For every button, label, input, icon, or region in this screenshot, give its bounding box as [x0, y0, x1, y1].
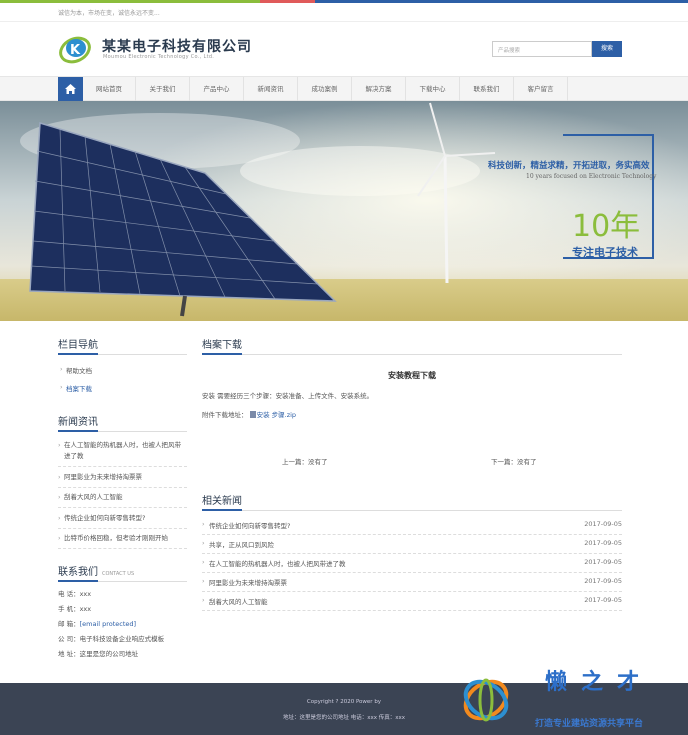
- related-news-row[interactable]: 刮着大风的人工智能2017-09-05: [202, 592, 622, 611]
- sidebar-news-item[interactable]: 比特币价格回稳，但考验才刚刚开始: [58, 533, 187, 549]
- top-slogan: 诚信为本，市场在变，诚信永远不变...: [58, 10, 160, 17]
- nav-item-contact[interactable]: 联系我们: [460, 77, 514, 101]
- next-article-link[interactable]: 下一篇：没有了: [491, 456, 537, 466]
- sidebar-news-item[interactable]: 刮着大风的人工智能: [58, 492, 187, 508]
- svg-text:K: K: [70, 43, 81, 58]
- main-section-heading: 档案下载: [202, 336, 622, 355]
- related-news-row[interactable]: 传统企业如何向新零售转型?2017-09-05: [202, 516, 622, 535]
- hero-banner[interactable]: 科技创新，精益求精，开拓进取，务实高效 10 years focused on …: [0, 101, 688, 321]
- email-link[interactable]: [email protected]: [80, 620, 137, 628]
- contact-email: 邮 箱：[email protected]: [58, 620, 137, 628]
- nav-item-products[interactable]: 产品中心: [190, 77, 244, 101]
- related-news-row[interactable]: 共享，正从风口到风险2017-09-05: [202, 535, 622, 554]
- header: K 某某电子科技有限公司 Moumou Electronic Technolog…: [0, 22, 688, 77]
- company-name-en: Moumou Electronic Technology Co., Ltd.: [103, 54, 215, 60]
- contact-mobile: 手 机：xxx: [58, 605, 92, 613]
- home-icon: [65, 84, 76, 94]
- related-news-row[interactable]: 在人工智能的热机器人时，也被人把风带进了教2017-09-05: [202, 554, 622, 573]
- attachment-link[interactable]: 安装 步骤.zip: [257, 411, 296, 419]
- watermark-subtitle: 打造专业建站资源共享平台: [535, 719, 644, 729]
- banner-slogan-en: 10 years focused on Electronic Technolog…: [526, 173, 657, 180]
- nav-item-home[interactable]: 网站首页: [83, 77, 136, 101]
- watermark-title: 懒之才: [545, 669, 654, 695]
- main-nav: 网站首页 关于我们 产品中心 新闻资讯 成功案例 解决方案 下载中心 联系我们 …: [0, 76, 688, 101]
- sidebar-nav-title: 栏目导航: [58, 336, 98, 355]
- article-attachment: 附件下载地址： 安装 步骤.zip: [202, 411, 297, 419]
- main-section-title: 档案下载: [202, 336, 242, 355]
- file-icon: [249, 411, 256, 418]
- related-news-title: 相关新闻: [202, 492, 242, 511]
- nav-item-about[interactable]: 关于我们: [136, 77, 190, 101]
- sidebar-contact-title: 联系我们: [58, 563, 98, 582]
- nav-home[interactable]: [58, 77, 83, 101]
- sidebar-contact-title-en: CONTACT US: [102, 571, 135, 577]
- sidebar-news-item[interactable]: 阿里影业为未来增持淘票票: [58, 472, 187, 488]
- prev-article-link[interactable]: 上一篇：没有了: [282, 456, 328, 466]
- sidebar-news-heading: 新闻资讯: [58, 413, 187, 432]
- nav-item-feedback[interactable]: 客户留言: [514, 77, 568, 101]
- company-name[interactable]: 某某电子科技有限公司: [102, 36, 252, 56]
- contact-address: 地 址：这里是您的公司地址: [58, 650, 139, 658]
- article-title: 安装教程下载: [388, 371, 436, 380]
- sidebar-news-item[interactable]: 在人工智能的热机器人时，也被人把风带进了教: [58, 440, 187, 467]
- contact-company: 公 司：电子科技设备企业响应式模板: [58, 635, 165, 643]
- nav-item-news[interactable]: 新闻资讯: [244, 77, 298, 101]
- sidebar-item-help[interactable]: 帮助文档: [58, 365, 187, 375]
- contact-phone: 电 话：xxx: [58, 590, 92, 598]
- banner-years: 10年: [572, 209, 641, 244]
- k-swoosh-logo-icon[interactable]: K: [58, 33, 94, 65]
- sidebar-nav-heading: 栏目导航: [58, 336, 187, 355]
- related-news-row[interactable]: 阿里影业为未来增持淘票票2017-09-05: [202, 573, 622, 592]
- banner-focus: 专注电子技术: [572, 246, 638, 259]
- article-body: 安装 需要经历三个步骤：安装准备、上传文件、安装系统。: [202, 392, 374, 400]
- nav-item-cases[interactable]: 成功案例: [298, 77, 352, 101]
- banner-slogan: 科技创新，精益求精，开拓进取，务实高效: [488, 161, 650, 171]
- sidebar-item-archive[interactable]: 档案下载: [58, 383, 187, 393]
- nav-item-solutions[interactable]: 解决方案: [352, 77, 406, 101]
- sidebar-news-item[interactable]: 传统企业如何向新零售转型?: [58, 513, 187, 529]
- related-news-heading: 相关新闻: [202, 492, 622, 511]
- sidebar-contact-heading: 联系我们 CONTACT US: [58, 563, 187, 582]
- nav-item-downloads[interactable]: 下载中心: [406, 77, 460, 101]
- search-button[interactable]: 搜索: [592, 41, 622, 57]
- top-bar: 诚信为本，市场在变，诚信永远不变...: [0, 3, 688, 22]
- sidebar-news-title: 新闻资讯: [58, 413, 98, 432]
- search-input[interactable]: 产品搜索: [492, 41, 592, 57]
